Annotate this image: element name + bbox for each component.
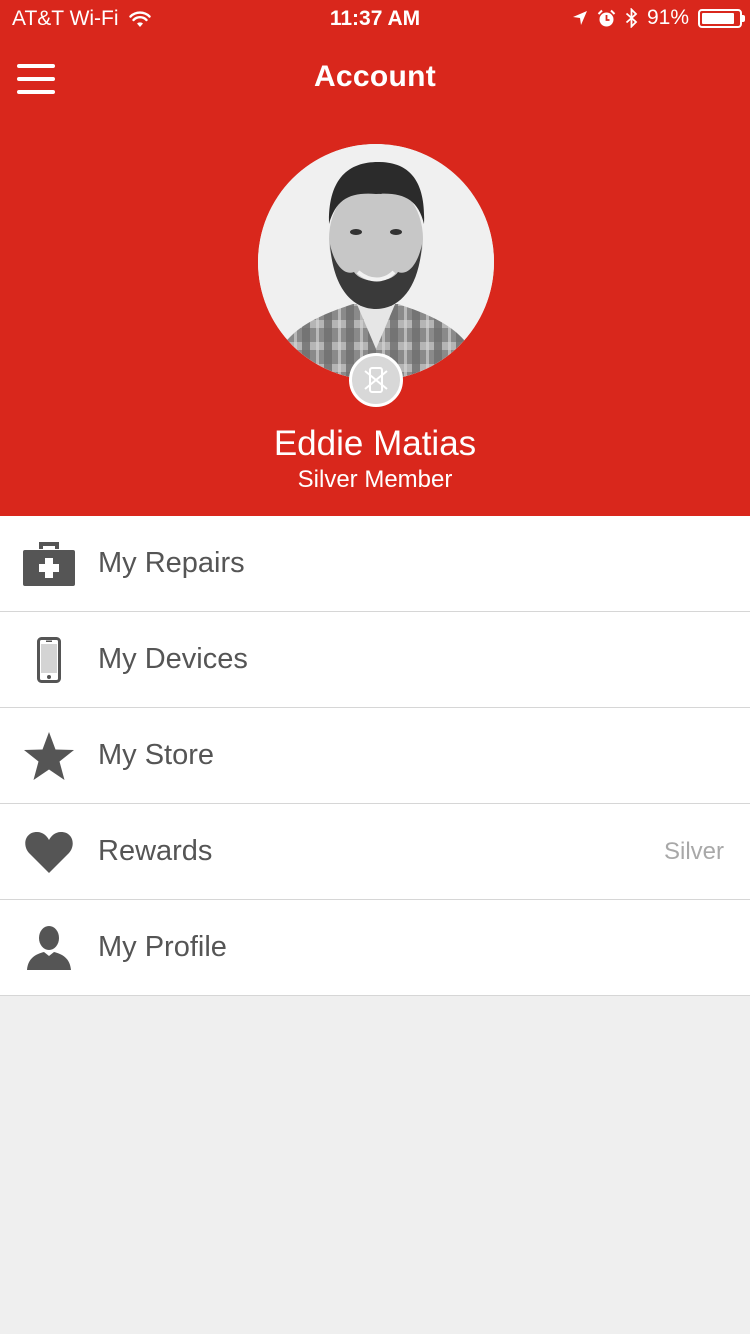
alarm-icon xyxy=(597,9,616,26)
profile-name: Eddie Matias xyxy=(273,424,477,463)
menu-item-label: My Store xyxy=(98,739,215,771)
page-title: Account xyxy=(313,60,437,93)
menu-item-my-store[interactable]: My Store xyxy=(0,708,750,804)
status-bar: AT&T Wi-Fi 11:37 AM 91% xyxy=(0,0,750,38)
menu-item-label: My Devices xyxy=(98,643,248,675)
bluetooth-icon xyxy=(625,8,638,28)
rewards-tier-value: Silver xyxy=(663,837,724,865)
menu-item-my-profile[interactable]: My Profile xyxy=(0,900,750,996)
avatar xyxy=(258,144,494,380)
star-icon xyxy=(22,729,76,783)
menu-item-my-devices[interactable]: My Devices xyxy=(0,612,750,708)
phone-icon xyxy=(22,633,76,687)
battery-icon xyxy=(698,8,745,28)
menu-item-label: Rewards xyxy=(98,835,213,867)
person-icon xyxy=(22,921,76,975)
menu-item-rewards[interactable]: Rewards Silver xyxy=(0,804,750,900)
account-header: AT&T Wi-Fi 11:37 AM 91% Account Eddie Ma… xyxy=(0,0,750,516)
menu-item-label: My Repairs xyxy=(98,547,245,579)
menu-item-my-repairs[interactable]: My Repairs xyxy=(0,516,750,612)
menu-item-label: My Profile xyxy=(98,931,227,963)
profile-tier: Silver Member xyxy=(297,466,453,493)
profile-photo xyxy=(258,144,494,380)
heart-icon xyxy=(22,825,76,879)
location-arrow-icon xyxy=(572,11,587,25)
account-menu: My Repairs My Devices My Store Rewards S… xyxy=(0,516,750,996)
battery-level-fill xyxy=(702,12,735,24)
medkit-icon xyxy=(22,537,76,591)
navigation-bar: Account xyxy=(0,40,750,116)
battery-percent: 91% xyxy=(646,6,689,29)
tier-badge-icon xyxy=(349,353,403,407)
